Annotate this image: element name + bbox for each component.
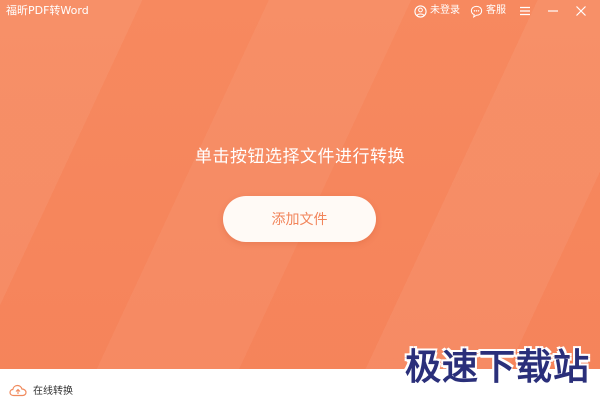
app-window: 福昕PDF转Word 未登录 客服 单击按钮选择文件进行转换 添加文件 在线转换… bbox=[0, 0, 600, 409]
online-convert-link[interactable]: 在线转换 bbox=[9, 382, 73, 401]
login-button[interactable]: 未登录 bbox=[414, 4, 460, 18]
add-file-button[interactable]: 添加文件 bbox=[223, 196, 376, 242]
service-label: 客服 bbox=[486, 5, 506, 16]
user-circle-icon bbox=[414, 4, 427, 18]
watermark-text: 极速下载站 bbox=[404, 347, 590, 388]
minimize-icon bbox=[547, 5, 560, 18]
main-drop-area: 单击按钮选择文件进行转换 添加文件 bbox=[0, 22, 600, 369]
app-title: 福昕PDF转Word bbox=[6, 4, 89, 17]
customer-service-button[interactable]: 客服 bbox=[470, 4, 506, 18]
instruction-text: 单击按钮选择文件进行转换 bbox=[195, 147, 405, 167]
cloud-icon bbox=[9, 382, 27, 401]
login-label: 未登录 bbox=[430, 5, 460, 16]
menu-button[interactable] bbox=[516, 3, 534, 19]
minimize-button[interactable] bbox=[544, 3, 562, 19]
close-button[interactable] bbox=[572, 3, 590, 19]
title-actions: 未登录 客服 bbox=[414, 3, 590, 19]
close-icon bbox=[575, 5, 588, 18]
menu-icon bbox=[519, 5, 532, 18]
title-bar: 福昕PDF转Word 未登录 客服 bbox=[0, 0, 600, 22]
chat-bubble-icon bbox=[470, 5, 483, 18]
online-convert-label: 在线转换 bbox=[33, 385, 73, 397]
